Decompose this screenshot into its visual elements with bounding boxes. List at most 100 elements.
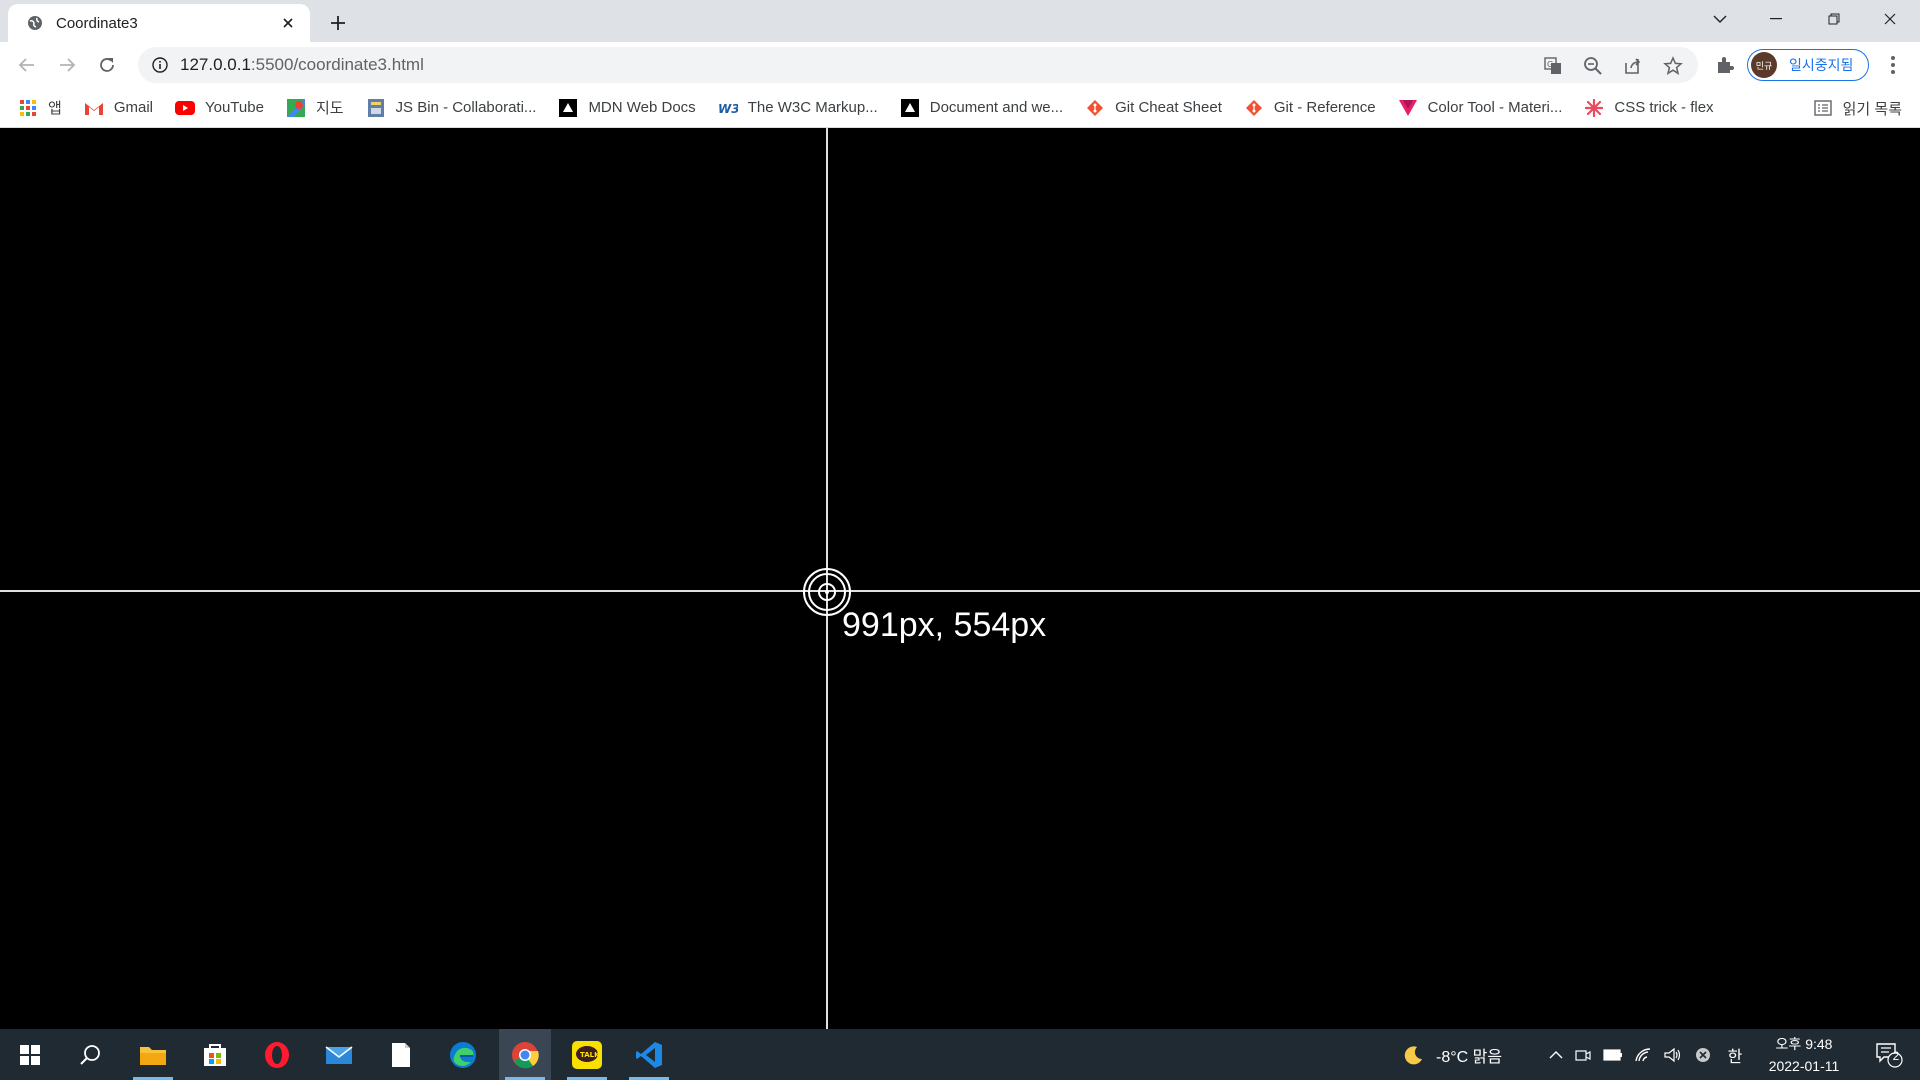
tab-search-button[interactable] (1692, 0, 1748, 38)
vscode-icon (636, 1041, 662, 1068)
globe-icon (26, 14, 44, 32)
bookmark-label: Gmail (113, 99, 153, 116)
bookmark-gmail[interactable]: Gmail (84, 94, 163, 122)
svg-text:W3: W3 (718, 102, 738, 115)
bookmark-document[interactable]: Document and we... (900, 94, 1073, 122)
bookmark-git-reference[interactable]: Git - Reference (1244, 94, 1386, 122)
opera-icon (265, 1041, 289, 1068)
bookmark-w3c[interactable]: W3 The W3C Markup... (718, 94, 888, 122)
bookmark-label: CSS trick - flex (1614, 99, 1714, 116)
page-viewport[interactable]: 991px, 554px (0, 128, 1920, 1029)
edge-icon (450, 1041, 476, 1068)
restore-icon (1828, 13, 1840, 25)
arrow-left-icon (18, 58, 34, 72)
taskbar-edge[interactable] (437, 1029, 489, 1080)
taskbar-kakaotalk[interactable]: TALK (561, 1029, 613, 1080)
taskbar-opera[interactable] (251, 1029, 303, 1080)
info-icon[interactable] (150, 55, 170, 75)
taskbar-notepad[interactable] (375, 1029, 427, 1080)
plus-icon (331, 16, 345, 30)
zoom-icon[interactable] (1582, 55, 1604, 77)
chrome-menu-button[interactable] (1880, 52, 1906, 78)
reload-icon (100, 58, 114, 72)
chevron-up-icon[interactable] (1544, 1050, 1568, 1059)
address-bar[interactable]: 127.0.0.1:5500/coordinate3.html G (138, 47, 1698, 83)
bookmark-apps[interactable]: 앱 (18, 94, 72, 122)
restore-button[interactable] (1806, 0, 1862, 38)
start-button[interactable] (4, 1029, 56, 1080)
weather-widget[interactable]: -8°C 맑음 (1404, 1029, 1502, 1080)
notification-center-button[interactable]: 2 (1866, 1029, 1912, 1080)
battery-icon[interactable] (1598, 1048, 1628, 1061)
youtube-icon (174, 98, 195, 118)
taskbar-file-explorer[interactable] (127, 1029, 179, 1080)
bookmark-label: Git Cheat Sheet (1115, 99, 1222, 116)
notification-count: 2 (1892, 1049, 1900, 1063)
browser-window: Coordinate3 127.0.0.1:5500/coordinate3.h… (0, 0, 1920, 1080)
wifi-icon[interactable] (1628, 1047, 1658, 1063)
forward-button[interactable] (52, 50, 82, 80)
reading-list-label: 읽기 목록 (1842, 100, 1902, 118)
bookmark-css-trick[interactable]: CSS trick - flex (1584, 94, 1723, 122)
extensions-button[interactable] (1712, 52, 1738, 78)
url-host: 127.0.0.1 (180, 55, 251, 74)
kakaotalk-icon: TALK (572, 1040, 602, 1069)
bookmark-git-cheat-sheet[interactable]: Git Cheat Sheet (1085, 94, 1232, 122)
reading-list-button[interactable]: 읽기 목록 (1813, 88, 1902, 128)
close-window-button[interactable] (1862, 0, 1918, 38)
bookmark-jsbin[interactable]: JS Bin - Collaborati... (366, 94, 547, 122)
star-icon[interactable] (1662, 55, 1684, 77)
profile-button[interactable]: 민규 일시중지됨 (1747, 49, 1869, 81)
w3c-icon: W3 (718, 98, 738, 118)
bookmark-youtube[interactable]: YouTube (174, 94, 274, 122)
gmail-icon (84, 98, 104, 118)
bookmark-mdn[interactable]: MDN Web Docs (558, 94, 705, 122)
arrow-right-icon (60, 58, 76, 72)
bookmark-label: JS Bin - Collaborati... (395, 99, 537, 116)
meet-now-icon[interactable] (1568, 1047, 1598, 1063)
windows-start-icon (20, 1044, 40, 1065)
translate-icon[interactable]: G (1542, 55, 1564, 77)
clock-date: 2022-01-11 (1768, 1058, 1840, 1074)
apps-grid-icon (18, 98, 38, 118)
taskbar-vscode[interactable] (623, 1029, 675, 1080)
disconnected-icon[interactable] (1688, 1047, 1718, 1063)
tab-coordinate3[interactable]: Coordinate3 (8, 4, 310, 42)
bookmark-color-tool[interactable]: Color Tool - Materi... (1398, 94, 1573, 122)
kebab-menu-icon (1891, 56, 1895, 74)
bookmark-label: 앱 (48, 100, 62, 117)
close-tab-icon[interactable] (278, 13, 298, 33)
volume-icon[interactable] (1658, 1047, 1688, 1063)
moon-icon (1404, 1045, 1424, 1065)
maps-icon (286, 98, 306, 118)
windows-taskbar: TALK -8°C 맑음 한 오후 9:48 2022-01-11 2 (0, 1029, 1920, 1080)
tab-strip: Coordinate3 (0, 0, 1920, 42)
git-icon (1244, 98, 1264, 118)
bookmark-label: The W3C Markup... (747, 99, 878, 116)
new-tab-button[interactable] (324, 9, 352, 37)
browser-toolbar: 127.0.0.1:5500/coordinate3.html G 민규 일시중… (0, 42, 1920, 88)
reading-list-icon (1813, 98, 1833, 118)
back-button[interactable] (12, 50, 42, 80)
url-text[interactable]: 127.0.0.1:5500/coordinate3.html (180, 55, 424, 75)
close-icon (1884, 13, 1896, 25)
ime-indicator[interactable]: 한 (1718, 1043, 1752, 1067)
chevron-down-icon (1713, 15, 1727, 23)
taskbar-microsoft-store[interactable] (189, 1029, 241, 1080)
bookmark-label: YouTube (204, 99, 264, 116)
git-icon (1085, 98, 1105, 118)
bookmark-maps[interactable]: 지도 (286, 94, 354, 122)
svg-text:G: G (1547, 60, 1553, 69)
clock-time: 오후 9:48 (1775, 1036, 1833, 1052)
mdn-icon (558, 98, 578, 118)
reload-button[interactable] (92, 50, 122, 80)
microsoft-store-icon (204, 1043, 226, 1066)
taskbar-chrome[interactable] (499, 1029, 551, 1080)
taskbar-mail[interactable] (313, 1029, 365, 1080)
jsbin-icon (366, 98, 386, 118)
share-icon[interactable] (1622, 55, 1644, 77)
taskbar-search-button[interactable] (64, 1029, 116, 1080)
bookmark-label: 지도 (315, 100, 344, 117)
minimize-button[interactable] (1748, 0, 1804, 38)
system-clock[interactable]: 오후 9:48 2022-01-11 (1764, 1033, 1844, 1077)
